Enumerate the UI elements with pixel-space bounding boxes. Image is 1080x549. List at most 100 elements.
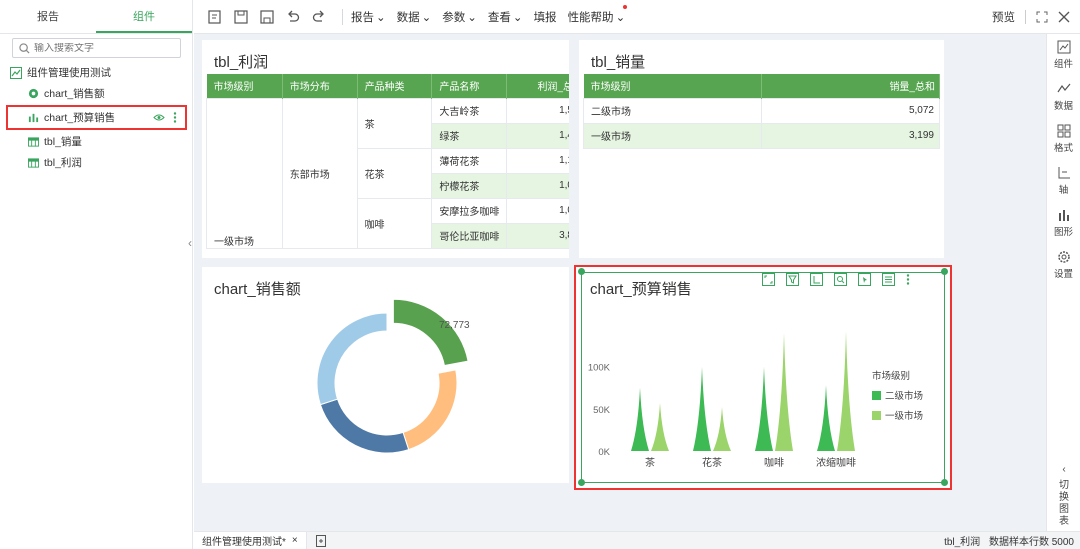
table-header: 产品名称	[431, 74, 508, 98]
tree-root[interactable]: 组件管理使用测试	[10, 62, 190, 83]
new-report-button[interactable]	[204, 6, 226, 28]
tab-report[interactable]: 报告	[0, 0, 96, 33]
menu-param[interactable]: 参数 ⌄	[442, 9, 477, 25]
new-report-icon	[208, 9, 221, 24]
document-tab[interactable]: 组件管理使用测试* ×	[194, 531, 307, 549]
table-cell-product: 安摩拉多咖啡	[431, 197, 508, 224]
axis-icon	[1058, 167, 1070, 179]
tree-root-label: 组件管理使用测试	[27, 67, 111, 79]
notification-dot	[623, 4, 628, 9]
table-header: 产品种类	[357, 74, 433, 98]
table-cell-value: 3,8	[506, 222, 569, 249]
tree-item-chart-sales[interactable]: chart_销售额	[10, 83, 190, 104]
menu-label: 参数	[442, 11, 466, 24]
close-icon[interactable]: ×	[292, 535, 298, 546]
table-cell-product: 薄荷花茶	[431, 147, 508, 174]
undo-button[interactable]	[282, 6, 304, 28]
tree-item-chart-budget[interactable]: chart_预算销售	[6, 105, 187, 130]
menu-label: 填报	[533, 11, 557, 24]
shape-icon	[1058, 210, 1069, 221]
app-window: 报告 组件 组件管理使用测试 chart_销售额 chart_预算销售	[0, 0, 1080, 549]
bar-mark[interactable]	[755, 366, 773, 451]
search-input[interactable]	[34, 42, 174, 54]
menu-report[interactable]: 报告 ⌄	[351, 9, 386, 25]
x-tick-label: 浓缩咖啡	[816, 456, 856, 469]
bar-mark[interactable]	[631, 387, 649, 451]
menu-data[interactable]: 数据 ⌄	[397, 9, 432, 25]
fullscreen-icon[interactable]	[1036, 11, 1048, 23]
menu-label: 查看	[487, 11, 511, 24]
bar-mark[interactable]	[837, 331, 855, 451]
donut-label: 72,773	[439, 320, 470, 331]
new-page-icon[interactable]	[315, 534, 327, 547]
document-tab-label: 组件管理使用测试*	[202, 537, 286, 548]
table-header: 市场分布	[282, 74, 358, 98]
redo-button[interactable]	[308, 6, 330, 28]
card-tbl-sales[interactable]: tbl_销量 市场级别 销量_总和 二级市场 5,072 一级市场 3,199	[579, 40, 944, 258]
preview-button[interactable]: 预览	[992, 9, 1015, 25]
legend-swatch	[872, 390, 881, 400]
bar-chart-icon	[28, 113, 39, 123]
save-button[interactable]	[230, 6, 252, 28]
menu-view[interactable]: 查看 ⌄	[488, 9, 523, 25]
table-icon	[28, 157, 39, 168]
close-icon[interactable]	[1058, 11, 1070, 23]
table-cell-value: 3,199	[761, 122, 940, 149]
donut-slice[interactable]	[319, 398, 410, 454]
x-tick-label: 咖啡	[764, 457, 784, 469]
more-vertical-icon[interactable]	[173, 112, 177, 123]
y-tick-label: 0K	[598, 447, 610, 458]
table-cell-level: 一级市场	[206, 97, 283, 249]
left-panel: 报告 组件 组件管理使用测试 chart_销售额 chart_预算销售	[0, 0, 193, 549]
side-tab-label: 数据	[1053, 101, 1073, 112]
side-tab-format[interactable]: 格式	[1047, 118, 1080, 160]
status-rows: 数据样本行数 5000	[988, 537, 1074, 548]
donut-slice[interactable]	[316, 312, 388, 406]
dashboard-icon	[10, 66, 22, 79]
table-cell-category: 茶	[356, 97, 433, 149]
table-cell-value: 1,0	[506, 172, 569, 199]
tree-item-label: tbl_销量	[44, 136, 82, 148]
legend-item[interactable]: 二级市场	[872, 388, 923, 402]
side-tab-shape[interactable]: 图形	[1047, 202, 1080, 244]
eye-icon[interactable]	[153, 113, 165, 122]
table-header-row: 市场级别 销量_总和	[583, 74, 940, 98]
table-row: 一级市场 东部市场 茶 大吉岭茶 1,5	[206, 97, 569, 249]
donut-chart	[316, 298, 469, 454]
donut-slice[interactable]	[402, 369, 458, 451]
side-tab-component[interactable]: 组件	[1047, 34, 1080, 76]
tree-item-tbl-sales[interactable]: tbl_销量	[10, 131, 190, 152]
bar-mark[interactable]	[693, 366, 711, 451]
side-tab-settings[interactable]: 设置	[1047, 244, 1080, 286]
left-tabs: 报告 组件	[0, 0, 192, 34]
component-icon	[1057, 40, 1070, 54]
search-icon	[19, 42, 30, 54]
menu-fill[interactable]: 填报	[534, 9, 557, 25]
legend-label: 一级市场	[885, 411, 924, 422]
bar-mark[interactable]	[713, 407, 731, 451]
status-table: tbl_利润	[944, 537, 981, 548]
table-cell-category: 花茶	[356, 147, 433, 199]
switch-chart-button[interactable]: ‹ 切换图表	[1057, 464, 1071, 528]
legend-label: 二级市场	[885, 391, 924, 402]
legend-item[interactable]: 一级市场	[872, 408, 923, 422]
side-tab-axis[interactable]: 轴	[1047, 160, 1080, 202]
card-tbl-profit[interactable]: tbl_利润 市场级别 市场分布 产品种类 产品名称 利润_总 一级市场 东部市…	[202, 40, 569, 258]
side-tab-data[interactable]: 数据	[1047, 76, 1080, 118]
card-chart-sales[interactable]: chart_销售额 72,773	[202, 267, 569, 483]
bar-mark[interactable]	[651, 402, 669, 451]
bar-mark[interactable]	[817, 385, 835, 451]
sales-table: 市场级别 销量_总和 二级市场 5,072 一级市场 3,199	[583, 74, 940, 149]
card-title: tbl_销量	[591, 54, 646, 71]
tab-component[interactable]: 组件	[96, 0, 192, 33]
card-chart-budget[interactable]: chart_预算销售 0K 50K 100K 茶花茶 咖啡 浓缩咖啡 市场级别 二级市场 …	[574, 265, 952, 490]
table-cell-region: 东部市场	[281, 97, 358, 249]
save-as-button[interactable]	[256, 6, 278, 28]
menu-help[interactable]: 性能帮助 ⌄	[568, 4, 628, 25]
side-tab-label: 设置	[1053, 269, 1073, 280]
pie-chart-icon	[28, 88, 39, 99]
donut-slice[interactable]	[392, 298, 469, 367]
tree-item-tbl-profit[interactable]: tbl_利润	[10, 152, 190, 173]
bar-mark[interactable]	[775, 333, 793, 451]
menu-label: 报告	[351, 11, 374, 24]
